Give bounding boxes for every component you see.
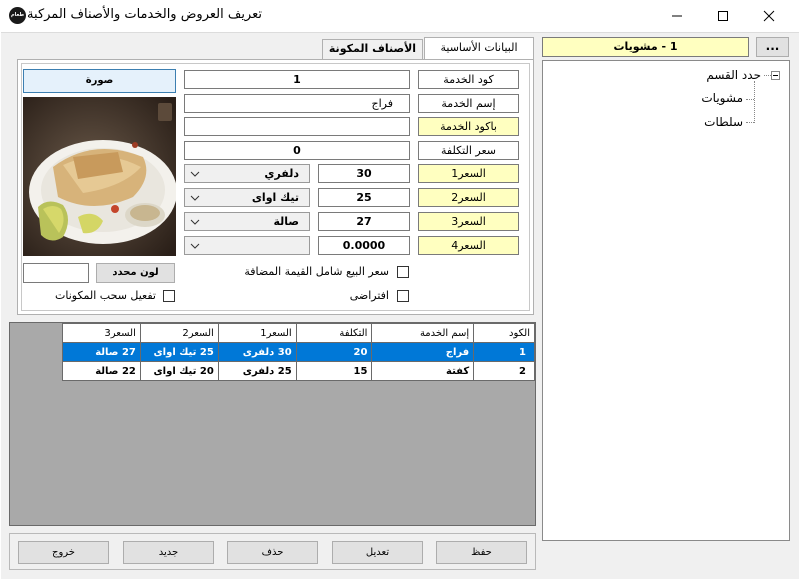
barcode-label: باكود الخدمة <box>418 117 519 136</box>
tree-item-grills[interactable]: مشويات <box>701 91 743 105</box>
color-button[interactable]: لون محدد <box>96 263 175 283</box>
cost-label: سعر التكلفة <box>418 141 519 160</box>
table-row[interactable]: 1 فراج 20 30 دلفرى 25 تيك اواى 27 صالة <box>62 342 535 362</box>
service-name-field[interactable]: فراج <box>184 94 410 113</box>
tree-connector-v <box>754 81 755 123</box>
grid-cell[interactable]: 20 <box>295 342 373 362</box>
edit-button[interactable]: تعديل <box>332 541 423 564</box>
grid-header-name[interactable]: إسم الخدمة <box>371 323 475 343</box>
chevron-down-icon <box>190 171 200 177</box>
close-icon <box>763 10 775 22</box>
price1-field[interactable]: 30 <box>318 164 410 183</box>
grid-header-price3[interactable]: السعر3 <box>62 323 141 343</box>
components-checkbox[interactable] <box>163 290 175 302</box>
save-button[interactable]: حفظ <box>436 541 527 564</box>
price4-type-select[interactable] <box>184 236 310 255</box>
price1-type-select[interactable]: دلفري <box>184 164 310 183</box>
services-grid[interactable]: الكود إسم الخدمة التكلفة السعر1 السعر2 ا… <box>9 322 536 526</box>
price3-field[interactable]: 27 <box>318 212 410 231</box>
vat-checkbox[interactable] <box>397 266 409 278</box>
product-image <box>23 97 176 256</box>
minimize-button[interactable] <box>654 0 700 32</box>
price2-type-select[interactable]: تيك اواى <box>184 188 310 207</box>
grid-cell[interactable]: 30 دلفرى <box>217 342 297 362</box>
browse-category-button[interactable]: ... <box>756 37 789 57</box>
grid-cell[interactable]: 25 تيك اواى <box>139 342 219 362</box>
delete-button[interactable]: حذف <box>227 541 318 564</box>
tab-components[interactable]: الأصناف المكونة <box>322 39 423 59</box>
price1-type-value: دلفري <box>264 167 299 180</box>
category-tree: حدد القسم مشويات سلطات <box>542 60 790 541</box>
exit-button[interactable]: خروج <box>18 541 109 564</box>
grid-cell[interactable]: كفتة <box>371 361 475 381</box>
app-logo-icon: طعام <box>9 7 26 24</box>
price3-type-value: صالة <box>273 215 299 228</box>
grid-cell[interactable]: 1 <box>473 342 535 362</box>
price2-field[interactable]: 25 <box>318 188 410 207</box>
vat-checkbox-label: سعر البيع شامل القيمة المضافة <box>244 265 389 278</box>
tree-collapse-toggle[interactable] <box>771 71 780 80</box>
grid-header-price2[interactable]: السعر2 <box>139 323 219 343</box>
tree-root-item[interactable]: حدد القسم <box>706 68 761 82</box>
tree-connector-h <box>746 122 754 123</box>
grid-cell[interactable]: 20 تيك اواى <box>139 361 219 381</box>
price2-type-value: تيك اواى <box>251 191 299 204</box>
image-button[interactable]: صورة <box>23 69 176 93</box>
table-row[interactable]: 2 كفتة 15 25 دلفرى 20 تيك اواى 22 صالة <box>62 361 535 381</box>
barcode-field[interactable] <box>184 117 410 136</box>
grid-cell[interactable]: 27 صالة <box>62 342 141 362</box>
grid-cell[interactable]: 25 دلفرى <box>217 361 297 381</box>
default-checkbox[interactable] <box>397 290 409 302</box>
title-bar: طعام تعريف العروض والخدمات والأصناف المر… <box>0 0 799 32</box>
price1-label: السعر1 <box>418 164 519 183</box>
service-code-label: كود الخدمة <box>418 70 519 89</box>
grid-header-code[interactable]: الكود <box>473 323 535 343</box>
close-button[interactable] <box>746 0 792 32</box>
grid-cell[interactable]: 22 صالة <box>62 361 141 381</box>
minus-icon <box>773 75 778 76</box>
window-title: تعريف العروض والخدمات والأصناف المركبة <box>27 7 262 22</box>
price4-label: السعر4 <box>418 236 519 255</box>
service-code-field[interactable]: 1 <box>184 70 410 89</box>
chevron-down-icon <box>190 219 200 225</box>
maximize-button[interactable] <box>700 0 746 32</box>
service-name-label: إسم الخدمة <box>418 94 519 113</box>
grid-header-price1[interactable]: السعر1 <box>217 323 297 343</box>
services-table: الكود إسم الخدمة التكلفة السعر1 السعر2 ا… <box>62 323 535 381</box>
chevron-down-icon <box>190 195 200 201</box>
price4-field[interactable]: 0.0000 <box>318 236 410 255</box>
price3-label: السعر3 <box>418 212 519 231</box>
price2-label: السعر2 <box>418 188 519 207</box>
cost-field[interactable]: 0 <box>184 141 410 160</box>
tab-basic-data[interactable]: البيانات الأساسية <box>424 37 534 59</box>
price3-type-select[interactable]: صالة <box>184 212 310 231</box>
action-bar: حفظ تعديل حذف جديد خروج <box>9 533 536 570</box>
maximize-icon <box>718 11 728 21</box>
grid-cell[interactable]: فراج <box>371 342 475 362</box>
new-button[interactable]: جديد <box>123 541 214 564</box>
grid-cell[interactable]: 2 <box>473 361 535 381</box>
selected-category-field: 1 - مشويات <box>542 37 749 57</box>
chevron-down-icon <box>190 243 200 249</box>
minimize-icon <box>672 15 682 17</box>
grid-header-cost[interactable]: التكلفة <box>295 323 373 343</box>
tree-connector-h <box>764 75 771 76</box>
color-preview-box <box>23 263 89 283</box>
components-checkbox-label: تفعيل سحب المكونات <box>55 289 156 302</box>
tree-connector-h <box>746 99 754 100</box>
grid-header-row: الكود إسم الخدمة التكلفة السعر1 السعر2 ا… <box>62 323 535 343</box>
default-checkbox-label: افتراضى <box>349 289 389 302</box>
food-photo-icon <box>23 97 176 256</box>
tree-item-salads[interactable]: سلطات <box>704 115 743 129</box>
grid-cell[interactable]: 15 <box>295 361 373 381</box>
